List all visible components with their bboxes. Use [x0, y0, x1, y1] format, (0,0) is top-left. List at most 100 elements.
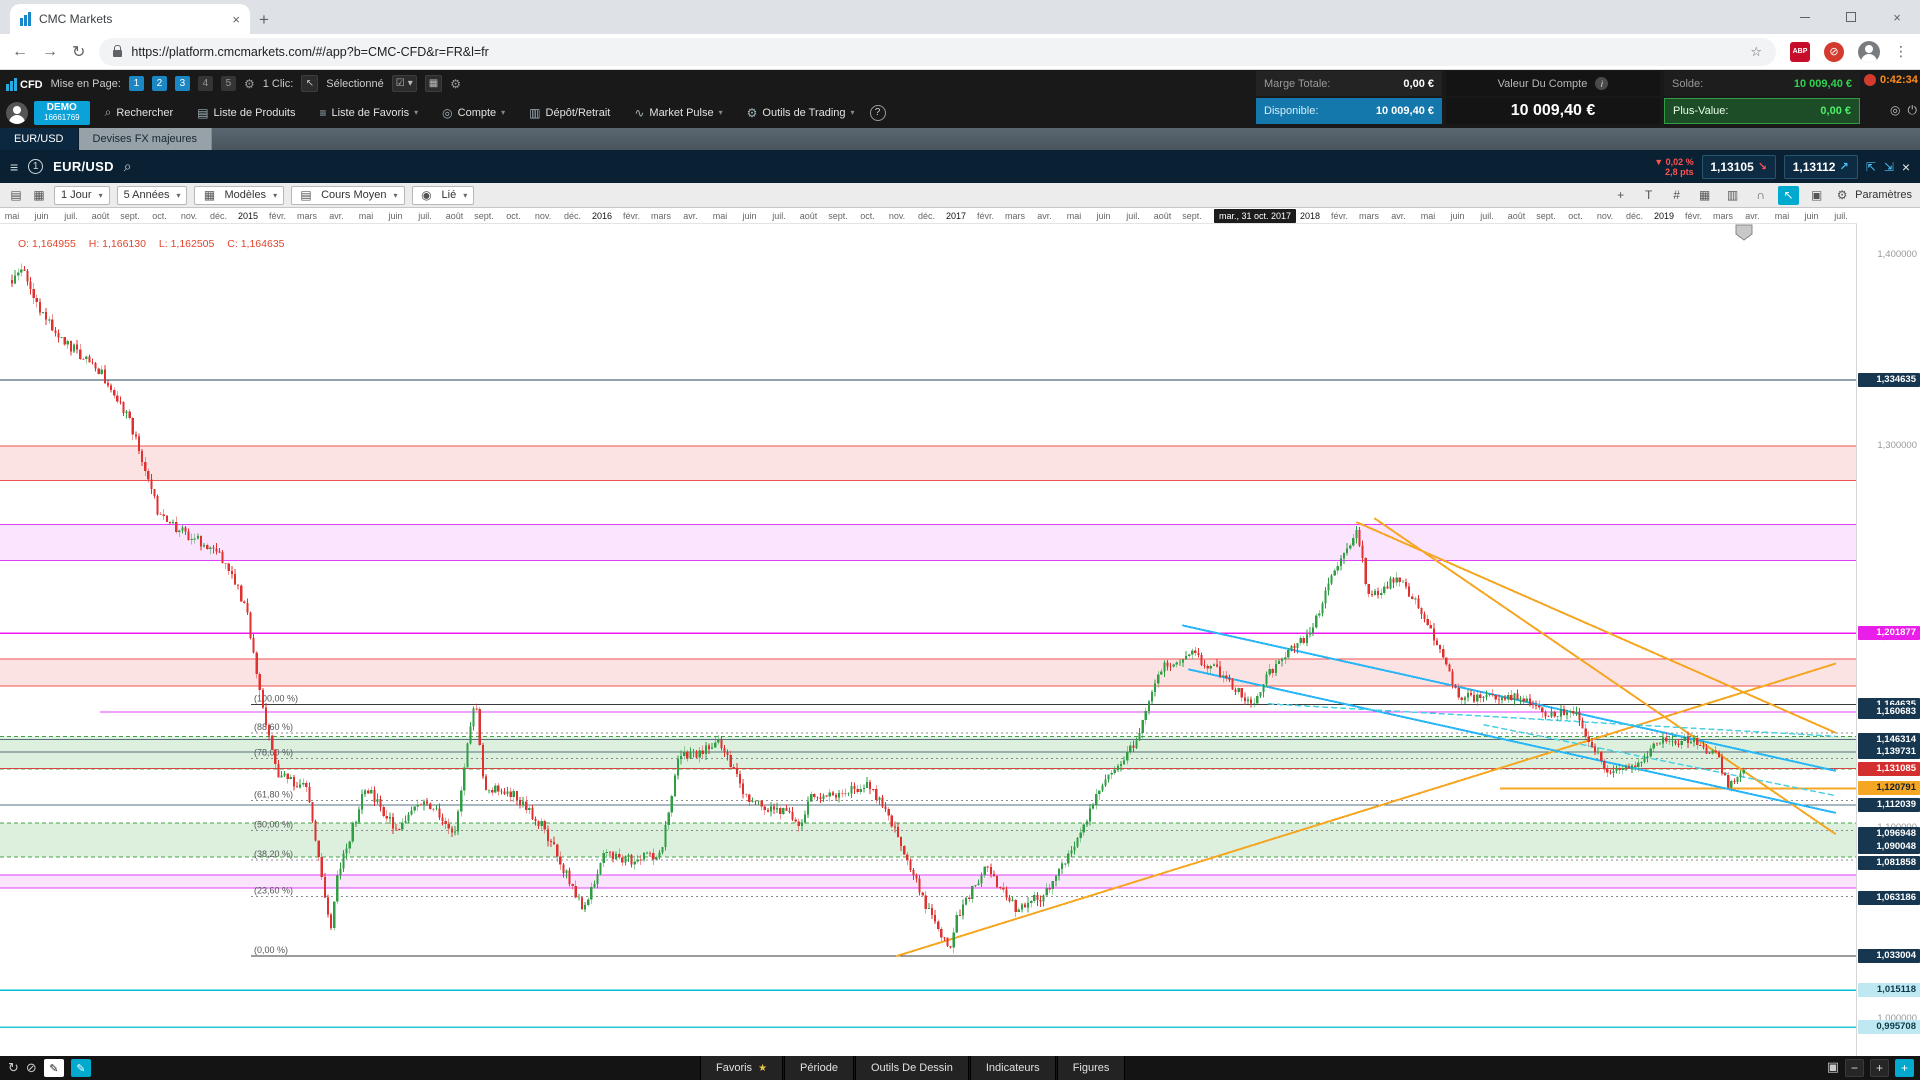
crosshair-icon[interactable]: + [1610, 186, 1631, 205]
time-axis-label: avr. [1384, 211, 1414, 221]
price-level-badge: 1,160683 [1858, 705, 1920, 719]
maximize-icon [1846, 12, 1856, 22]
order-mode-dropdown[interactable]: ☑▾ [392, 75, 417, 92]
new-tab-button[interactable]: + [250, 6, 278, 34]
back-icon[interactable]: ← [12, 43, 28, 61]
user-avatar[interactable] [6, 102, 28, 124]
power-icon[interactable]: ⏻ [1907, 103, 1917, 118]
tab-close-icon[interactable]: × [232, 12, 240, 27]
eye-icon: ◉ [419, 188, 435, 202]
price-level-badge: 1,112039 [1858, 798, 1920, 812]
marker-tool-icon[interactable]: ✎ [71, 1059, 91, 1077]
sell-price-button[interactable]: 1,13105↘ [1702, 155, 1776, 179]
parameters-button[interactable]: ⚙Paramètres [1834, 188, 1912, 202]
figures-button[interactable]: Figures [1057, 1056, 1126, 1080]
period-dropdown[interactable]: 1 Jour▾ [54, 186, 110, 205]
menu-liste-de-produits[interactable]: ▤Liste de Produits [188, 100, 304, 126]
time-axis[interactable]: mar., 31 oct. 2017 maijuinjuil.aoûtsept.… [0, 208, 1857, 224]
layout-1-button[interactable]: 1 [129, 76, 144, 91]
help-button[interactable]: ? [870, 105, 886, 121]
text-tool-icon[interactable]: T [1638, 186, 1659, 205]
price-chart[interactable]: (100,00 %)(88,60 %)(78,60 %)(61,80 %)(50… [0, 224, 1857, 1056]
add-window-button[interactable]: + [1895, 1059, 1914, 1077]
clear-drawings-icon[interactable]: ⊘ [26, 1060, 37, 1076]
pointer-tool-icon[interactable]: ↖ [1778, 186, 1799, 205]
menu-rechercher[interactable]: ⌕Rechercher [96, 100, 183, 126]
layout-panels-icon[interactable]: ▥ [1722, 186, 1743, 205]
menu-depot-retrait[interactable]: ▥Dépôt/Retrait [520, 100, 619, 126]
price-axis[interactable]: 1,4000001,3000001,2000001,1000001,000000… [1856, 224, 1920, 1056]
layout-5-button[interactable]: 5 [221, 76, 236, 91]
menu-liste-de-favoris[interactable]: ≡Liste de Favoris▾ [310, 100, 427, 126]
periode-button[interactable]: Période [784, 1056, 854, 1080]
snapshot-icon[interactable]: ▣ [1827, 1059, 1839, 1077]
close-chart-icon[interactable]: × [1902, 159, 1910, 175]
account-icon: ◎ [442, 106, 452, 120]
symbol-search-icon[interactable]: ⌕ [124, 158, 132, 175]
popout-icon[interactable]: ⇱ [1866, 160, 1876, 174]
menu-outils-de-trading[interactable]: ⚙Outils de Trading▾ [738, 100, 864, 126]
buy-price-button[interactable]: 1,13112↗ [1784, 155, 1858, 179]
time-axis-label: mai [705, 211, 735, 221]
layout-4-button[interactable]: 4 [198, 76, 213, 91]
chart-quick-icon[interactable]: ▦ [425, 75, 442, 92]
chart-type-dropdown[interactable]: ▤Cours Moyen▾ [291, 186, 404, 205]
menu-compte[interactable]: ◎Compte▾ [433, 100, 514, 126]
linked-dropdown[interactable]: ◉Lié▾ [412, 186, 475, 205]
time-axis-label: févr. [971, 211, 1001, 221]
gridlines-icon[interactable]: # [1666, 186, 1687, 205]
magnet-icon[interactable]: ∩ [1750, 186, 1771, 205]
models-dropdown[interactable]: ▦Modèles▾ [194, 186, 284, 205]
minimize-button[interactable] [1782, 0, 1828, 34]
workspace-tab-devises[interactable]: Devises FX majeures [79, 128, 213, 150]
zoom-out-button[interactable]: − [1845, 1059, 1864, 1077]
time-axis-label: mars [1000, 211, 1030, 221]
outils-de-dessin-button[interactable]: Outils De Dessin [855, 1056, 969, 1080]
price-level-badge: 0,995708 [1858, 1020, 1920, 1034]
url-input[interactable]: https://platform.cmcmarkets.com/#/app?b=… [99, 38, 1776, 66]
info-icon[interactable]: i [1595, 77, 1608, 90]
browser-tab[interactable]: CMC Markets × [10, 4, 250, 34]
draw-tool-icon[interactable]: ✎ [44, 1059, 64, 1077]
time-axis-slider-handle[interactable] [1736, 225, 1752, 240]
extension-icon[interactable]: ⊘ [1824, 42, 1844, 62]
one-click-cursor-icon[interactable]: ↖ [301, 75, 318, 92]
grid-view-icon[interactable]: ▦ [31, 188, 47, 202]
close-window-button[interactable]: × [1874, 0, 1920, 34]
demo-account-badge[interactable]: DEMO 16661769 [34, 101, 90, 125]
layout-3-button[interactable]: 3 [175, 76, 190, 91]
outils-label: Outils De Dessin [871, 1062, 953, 1074]
chevron-down-icon: ▾ [99, 191, 103, 200]
workspace-tab-eurusd[interactable]: EUR/USD [0, 128, 79, 150]
high-label: H: [89, 238, 100, 250]
cmc-favicon [20, 12, 31, 26]
expand-icon[interactable]: ⇲ [1884, 160, 1894, 174]
trend-line[interactable] [897, 664, 1835, 956]
settings-gear-icon[interactable]: ⚙ [450, 77, 461, 91]
time-axis-label: oct. [145, 211, 175, 221]
maximize-button[interactable] [1828, 0, 1874, 34]
favoris-button[interactable]: Favoris★ [700, 1056, 783, 1080]
compare-icon[interactable]: ▦ [1694, 186, 1715, 205]
browser-profile-avatar[interactable] [1858, 41, 1880, 63]
browser-menu-icon[interactable]: ⋮ [1894, 43, 1908, 60]
bookmark-star-icon[interactable]: ☆ [1750, 44, 1762, 60]
refresh-icon[interactable]: ↻ [8, 1060, 19, 1076]
list-view-icon[interactable]: ▤ [8, 188, 24, 202]
reload-icon[interactable]: ↻ [72, 42, 85, 62]
profile-icon[interactable]: ◎ [1890, 103, 1900, 118]
zoom-in-button[interactable]: + [1870, 1059, 1889, 1077]
chart-menu-icon[interactable]: ≡ [10, 159, 18, 175]
layout-2-button[interactable]: 2 [152, 76, 167, 91]
price-level-badge: 1,120791 [1858, 781, 1920, 795]
ohlc-readout: O: 1,164955 H: 1,166130 L: 1,162505 C: 1… [18, 238, 295, 250]
adblock-extension-icon[interactable]: ABP [1790, 42, 1810, 62]
forward-icon[interactable]: → [42, 43, 58, 61]
time-axis-label: mars [646, 211, 676, 221]
range-dropdown[interactable]: 5 Années▾ [117, 186, 188, 205]
camera-icon[interactable]: ▣ [1806, 186, 1827, 205]
layout-gear-icon[interactable]: ⚙ [244, 77, 255, 91]
menu-market-pulse[interactable]: ∿Market Pulse▾ [625, 100, 731, 126]
indicateurs-button[interactable]: Indicateurs [970, 1056, 1056, 1080]
one-click-label: 1 Clic: [263, 78, 294, 90]
